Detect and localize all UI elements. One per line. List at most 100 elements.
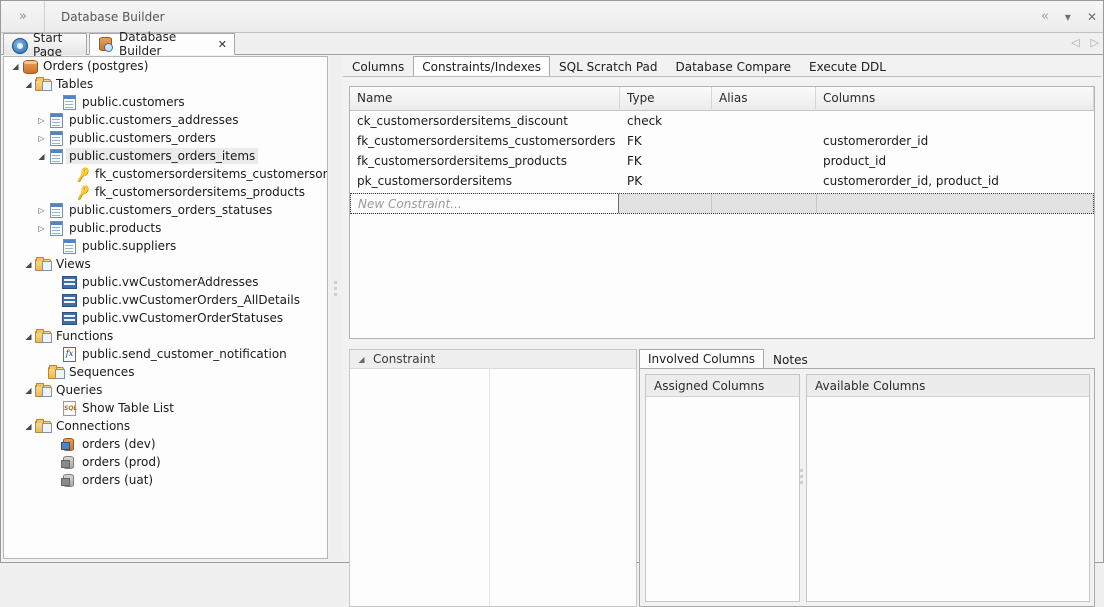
- tree-item[interactable]: public.vwCustomerAddresses: [4, 273, 327, 291]
- table-row[interactable]: pk_customersordersitemsPKcustomerorder_i…: [350, 171, 1094, 191]
- database-icon: [22, 58, 38, 74]
- close-button[interactable]: ✕: [1087, 11, 1097, 23]
- tab-start-page[interactable]: Start Page: [3, 33, 87, 55]
- assigned-columns-list[interactable]: Assigned Columns: [645, 374, 800, 602]
- table-row[interactable]: ck_customersordersitems_discountcheck: [350, 111, 1094, 131]
- view-icon: [61, 292, 77, 308]
- tree-twisty-expanded-icon[interactable]: ◢: [9, 62, 22, 71]
- tree-item[interactable]: fxpublic.send_customer_notification: [4, 345, 327, 363]
- tree-item[interactable]: ◢Queries: [4, 381, 327, 399]
- function-icon: fx: [61, 346, 77, 362]
- table-row[interactable]: fk_customersordersitems_productsFKproduc…: [350, 151, 1094, 171]
- tree-item-label: orders (uat): [79, 472, 156, 488]
- tree-twisty-collapsed-icon[interactable]: ▷: [35, 206, 48, 215]
- tree-item[interactable]: ◢Functions: [4, 327, 327, 345]
- tree-twisty-expanded-icon[interactable]: ◢: [22, 260, 35, 269]
- tree-item[interactable]: ◢Connections: [4, 417, 327, 435]
- constraint-properties-header[interactable]: ◢ Constraint: [350, 350, 636, 369]
- tab-execute-ddl[interactable]: Execute DDL: [800, 57, 895, 77]
- tree-twisty-collapsed-icon[interactable]: ▷: [35, 116, 48, 125]
- tree-item-label: public.customers_orders_statuses: [66, 202, 275, 218]
- vertical-splitter[interactable]: [329, 56, 343, 559]
- tree-item[interactable]: orders (dev): [4, 435, 327, 453]
- tree-item[interactable]: SQLShow Table List: [4, 399, 327, 417]
- tree-item-label: public.customers_orders: [66, 130, 219, 146]
- available-columns-list[interactable]: Available Columns: [806, 374, 1090, 602]
- tree-twisty-expanded-icon[interactable]: ◢: [22, 80, 35, 89]
- document-tab-strip: Start Page Database Builder ✕ ◁ ▷: [1, 33, 1103, 55]
- tree-item[interactable]: public.suppliers: [4, 237, 327, 255]
- tab-involved-columns[interactable]: Involved Columns: [639, 349, 764, 369]
- tree-item[interactable]: ▷ public.products: [4, 219, 327, 237]
- tree-item-label: public.customers_orders_items: [66, 148, 258, 164]
- tree-item[interactable]: 🔑fk_customersordersitems_products: [4, 183, 327, 201]
- double-chevron-right-icon[interactable]: »: [1, 1, 45, 32]
- column-header-alias[interactable]: Alias: [712, 87, 816, 109]
- tree-item[interactable]: ◢ public.customers_orders_items: [4, 147, 327, 165]
- tab-notes[interactable]: Notes: [764, 350, 817, 369]
- tree-twisty-collapsed-icon[interactable]: ▷: [35, 134, 48, 143]
- tree-item-label: Sequences: [66, 364, 137, 380]
- tree-item[interactable]: Sequences: [4, 363, 327, 381]
- tree-twisty-collapsed-icon[interactable]: ▷: [35, 224, 48, 233]
- tab-nav-next-icon[interactable]: ▷: [1091, 36, 1099, 49]
- tree-item[interactable]: ◢Orders (postgres): [4, 57, 327, 75]
- table-icon: [48, 220, 64, 236]
- constraint-properties-table[interactable]: [350, 369, 636, 606]
- dropdown-button[interactable]: ▾: [1065, 11, 1071, 23]
- available-columns-header: Available Columns: [807, 375, 1089, 397]
- close-icon[interactable]: ✕: [218, 38, 227, 51]
- tree-item-label: public.vwCustomerOrders_AllDetails: [79, 292, 303, 308]
- folder-queries-icon: [35, 382, 51, 398]
- tab-database-compare[interactable]: Database Compare: [667, 57, 801, 77]
- cell-type: FK: [620, 154, 712, 168]
- new-constraint-input[interactable]: New Constraint...: [351, 194, 619, 213]
- tab-constraints-indexes[interactable]: Constraints/Indexes: [413, 56, 550, 77]
- tree-item-label: public.products: [66, 220, 164, 236]
- table-icon: [48, 202, 64, 218]
- tree-item[interactable]: public.vwCustomerOrderStatuses: [4, 309, 327, 327]
- tab-label: Database Compare: [676, 60, 792, 74]
- tab-columns[interactable]: Columns: [343, 57, 413, 77]
- collapse-triangle-icon[interactable]: ◢: [357, 355, 366, 364]
- connection-active-icon: [61, 436, 77, 452]
- column-header-type[interactable]: Type: [620, 87, 712, 109]
- tree-item[interactable]: public.vwCustomerOrders_AllDetails: [4, 291, 327, 309]
- tree-twisty-expanded-icon[interactable]: ◢: [35, 152, 48, 161]
- cell-name: fk_customersordersitems_products: [350, 154, 620, 168]
- tree-twisty-expanded-icon[interactable]: ◢: [22, 332, 35, 341]
- connection-icon: [61, 472, 77, 488]
- new-constraint-columns-cell[interactable]: [817, 194, 1093, 213]
- tab-label: Columns: [352, 60, 404, 74]
- tab-sql-scratch-pad[interactable]: SQL Scratch Pad: [550, 57, 666, 77]
- tree-item[interactable]: 🔑fk_customersordersitems_customersorders: [4, 165, 327, 183]
- columns-splitter[interactable]: [800, 469, 805, 487]
- tab-label: Notes: [773, 353, 808, 367]
- tree-item[interactable]: public.customers: [4, 93, 327, 111]
- new-constraint-alias-cell[interactable]: [712, 194, 817, 213]
- tree-item-label: Show Table List: [79, 400, 177, 416]
- tab-database-builder[interactable]: Database Builder ✕: [89, 33, 235, 55]
- tree-item[interactable]: orders (uat): [4, 471, 327, 489]
- tree-item[interactable]: orders (prod): [4, 453, 327, 471]
- tree-item[interactable]: ▷public.customers_addresses: [4, 111, 327, 129]
- constraints-grid[interactable]: Name Type Alias Columns ck_customersorde…: [349, 86, 1095, 339]
- new-constraint-type-cell[interactable]: [619, 194, 712, 213]
- minimize-group-button[interactable]: «: [1041, 10, 1049, 23]
- column-header-name[interactable]: Name: [350, 87, 620, 109]
- tree-item[interactable]: ▷ public.customers_orders: [4, 129, 327, 147]
- tree-twisty-expanded-icon[interactable]: ◢: [22, 386, 35, 395]
- tree-item[interactable]: ◢Views: [4, 255, 327, 273]
- tab-nav-prev-icon[interactable]: ◁: [1071, 36, 1079, 49]
- table-row[interactable]: fk_customersordersitems_customersordersF…: [350, 131, 1094, 151]
- tree-item[interactable]: ◢Tables: [4, 75, 327, 93]
- column-header-columns[interactable]: Columns: [816, 87, 1094, 109]
- tree-item[interactable]: ▷ public.customers_orders_statuses: [4, 201, 327, 219]
- tree-twisty-expanded-icon[interactable]: ◢: [22, 422, 35, 431]
- tree-item-label: fk_customersordersitems_customersorders: [92, 166, 328, 182]
- horizontal-splitter[interactable]: [349, 341, 1095, 349]
- tab-start-page-label: Start Page: [33, 31, 79, 59]
- new-constraint-row[interactable]: New Constraint...: [350, 193, 1094, 214]
- constraints-grid-header: Name Type Alias Columns: [350, 87, 1094, 111]
- object-tree-panel[interactable]: ◢Orders (postgres)◢Tablespublic.customer…: [3, 56, 328, 559]
